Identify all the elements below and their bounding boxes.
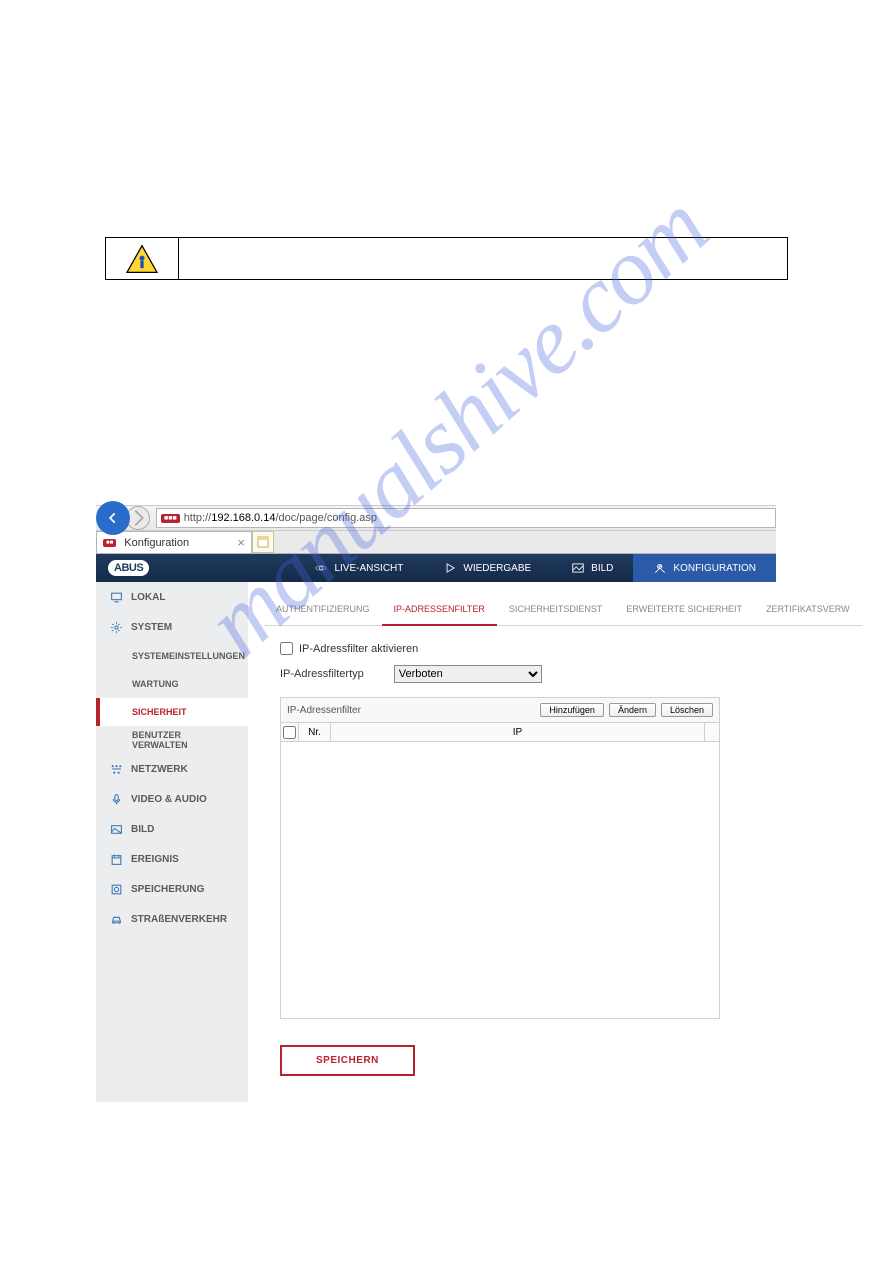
- tab-close-icon[interactable]: ×: [237, 535, 245, 550]
- car-icon: [110, 913, 123, 926]
- monitor-icon: [110, 591, 123, 604]
- site-badge: ■■■: [161, 514, 180, 523]
- sidebar: LOKAL SYSTEM SYSTEMEINSTELLUNGEN WARTUNG…: [96, 582, 248, 1102]
- network-icon: [110, 763, 123, 776]
- sidebar-item-label: SYSTEM: [131, 622, 172, 633]
- sidebar-item-label: LOKAL: [131, 592, 165, 603]
- storage-icon: [110, 883, 123, 896]
- sidebar-item-video-audio[interactable]: VIDEO & AUDIO: [96, 784, 248, 814]
- sidebar-item-systemsettings[interactable]: SYSTEMEINSTELLUNGEN: [96, 642, 248, 670]
- table-body: [281, 742, 719, 1018]
- table-header: IP-Adressenfilter Hinzufügen Ändern Lösc…: [281, 698, 719, 722]
- eye-icon: [314, 561, 328, 575]
- save-button[interactable]: SPEICHERN: [280, 1045, 415, 1076]
- enable-filter-row[interactable]: IP-Adressfilter aktivieren: [280, 642, 862, 655]
- sidebar-item-traffic[interactable]: STRAßENVERKEHR: [96, 904, 248, 934]
- back-button[interactable]: [96, 501, 130, 535]
- sidebar-item-label: SPEICHERUNG: [131, 884, 204, 895]
- edit-button[interactable]: Ändern: [609, 703, 656, 717]
- form-area: IP-Adressfilter aktivieren IP-Adressfilt…: [264, 626, 862, 1076]
- table-title: IP-Adressenfilter: [287, 705, 361, 716]
- nav-picture[interactable]: BILD: [551, 554, 633, 582]
- sidebar-item-label: STRAßENVERKEHR: [131, 914, 227, 925]
- play-icon: [443, 561, 457, 575]
- enable-filter-label: IP-Adressfilter aktivieren: [299, 643, 418, 655]
- ip-filter-table: IP-Adressenfilter Hinzufügen Ändern Lösc…: [280, 697, 720, 1019]
- tab-row: ■■ Konfiguration ×: [96, 531, 776, 554]
- url-prefix: http://: [184, 512, 212, 524]
- sidebar-item-label: SICHERHEIT: [132, 707, 187, 717]
- tab-favicon: ■■: [103, 539, 116, 547]
- tab-title: Konfiguration: [124, 537, 189, 549]
- url-path: /doc/page/config.asp: [275, 512, 377, 524]
- new-tab-button[interactable]: [252, 531, 274, 553]
- browser-tab[interactable]: ■■ Konfiguration ×: [96, 531, 252, 553]
- add-button[interactable]: Hinzufügen: [540, 703, 604, 717]
- table-columns-row: Nr. IP: [281, 722, 719, 742]
- app-header: ABUS LIVE-ANSICHT WIEDERGABE BILD KONFIG…: [96, 554, 776, 582]
- tab-authentication[interactable]: AUTHENTIFIZIERUNG: [264, 596, 382, 625]
- select-all-checkbox[interactable]: [283, 726, 296, 739]
- picture-icon: [571, 561, 585, 575]
- sidebar-item-security[interactable]: SICHERHEIT: [96, 698, 248, 726]
- col-ip: IP: [331, 723, 705, 741]
- content-panel: AUTHENTIFIZIERUNG IP-ADRESSENFILTER SICH…: [248, 582, 862, 1102]
- image-icon: [110, 823, 123, 836]
- sidebar-item-label: NETZWERK: [131, 764, 188, 775]
- warning-icon-cell: [106, 238, 179, 279]
- sidebar-item-label: BENUTZER VERWALTEN: [132, 730, 234, 750]
- tab-ip-filter[interactable]: IP-ADRESSENFILTER: [382, 596, 497, 626]
- gear-icon: [110, 621, 123, 634]
- warning-icon: [125, 244, 159, 274]
- nav-configuration[interactable]: KONFIGURATION: [633, 554, 776, 582]
- sidebar-item-label: VIDEO & AUDIO: [131, 794, 207, 805]
- url-field[interactable]: ■■■ http://192.168.0.14/doc/page/config.…: [156, 508, 776, 528]
- tools-icon: [653, 561, 667, 575]
- nav-playback[interactable]: WIEDERGABE: [423, 554, 551, 582]
- sidebar-item-storage[interactable]: SPEICHERUNG: [96, 874, 248, 904]
- microphone-icon: [110, 793, 123, 806]
- sub-tabs: AUTHENTIFIZIERUNG IP-ADRESSENFILTER SICH…: [264, 596, 862, 626]
- nav-live-view[interactable]: LIVE-ANSICHT: [294, 554, 423, 582]
- main-area: LOKAL SYSTEM SYSTEMEINSTELLUNGEN WARTUNG…: [96, 582, 776, 1102]
- sidebar-item-label: SYSTEMEINSTELLUNGEN: [132, 651, 245, 661]
- col-nr: Nr.: [299, 723, 331, 741]
- browser-window: ■■■ http://192.168.0.14/doc/page/config.…: [96, 505, 776, 1102]
- sidebar-item-users[interactable]: BENUTZER VERWALTEN: [96, 726, 248, 754]
- sidebar-item-network[interactable]: NETZWERK: [96, 754, 248, 784]
- sidebar-item-label: EREIGNIS: [131, 854, 179, 865]
- filter-type-select[interactable]: Verboten: [394, 665, 542, 683]
- sidebar-item-system[interactable]: SYSTEM: [96, 612, 248, 642]
- nav-label: LIVE-ANSICHT: [334, 563, 403, 574]
- enable-filter-checkbox[interactable]: [280, 642, 293, 655]
- tab-cert-mgmt[interactable]: ZERTIFIKATSVERW: [754, 596, 862, 625]
- calendar-icon: [110, 853, 123, 866]
- tab-advanced-security[interactable]: ERWEITERTE SICHERHEIT: [614, 596, 754, 625]
- sidebar-item-label: WARTUNG: [132, 679, 179, 689]
- address-bar: ■■■ http://192.168.0.14/doc/page/config.…: [96, 505, 776, 531]
- nav-label: WIEDERGABE: [463, 563, 531, 574]
- warning-box: [105, 237, 788, 280]
- sidebar-item-event[interactable]: EREIGNIS: [96, 844, 248, 874]
- sidebar-item-image[interactable]: BILD: [96, 814, 248, 844]
- url-host: 192.168.0.14: [211, 512, 275, 524]
- col-checkbox[interactable]: [281, 723, 299, 741]
- tab-security-service[interactable]: SICHERHEITSDIENST: [497, 596, 615, 625]
- filter-type-row: IP-Adressfiltertyp Verboten: [280, 665, 862, 683]
- logo: ABUS: [108, 560, 149, 576]
- sidebar-item-local[interactable]: LOKAL: [96, 582, 248, 612]
- nav-label: BILD: [591, 563, 613, 574]
- filter-type-label: IP-Adressfiltertyp: [280, 668, 364, 680]
- sidebar-item-label: BILD: [131, 824, 154, 835]
- delete-button[interactable]: Löschen: [661, 703, 713, 717]
- sidebar-item-maintenance[interactable]: WARTUNG: [96, 670, 248, 698]
- nav-label: KONFIGURATION: [673, 563, 756, 574]
